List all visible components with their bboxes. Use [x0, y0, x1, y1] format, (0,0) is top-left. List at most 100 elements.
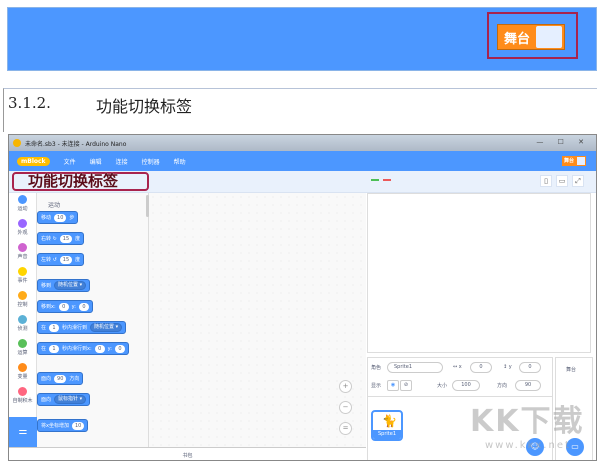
- zoom-out-button[interactable]: −: [339, 401, 352, 414]
- stage-toggle-small[interactable]: 舞台: [562, 156, 586, 166]
- large-stage-icon[interactable]: ▭: [556, 175, 568, 187]
- size-input[interactable]: 100: [452, 380, 480, 391]
- sprite-thumbnail[interactable]: 🐈 Sprite1: [371, 410, 403, 441]
- x-input[interactable]: 0: [470, 362, 492, 373]
- block-input[interactable]: 90: [54, 374, 67, 383]
- sprite-name-input[interactable]: Sprite1: [387, 362, 443, 373]
- heading-frame: [3, 88, 597, 132]
- category-5[interactable]: 侦测: [9, 315, 36, 337]
- motion-block[interactable]: 右转 ↻ 15 度: [37, 232, 85, 245]
- size-label: 大小: [437, 383, 448, 389]
- y-input[interactable]: 0: [519, 362, 541, 373]
- palette-heading: 运动: [48, 202, 61, 209]
- category-8[interactable]: 自制积木: [9, 387, 36, 409]
- add-extension-button[interactable]: ⚌: [9, 417, 37, 447]
- block-input[interactable]: 0: [78, 302, 89, 311]
- category-3[interactable]: 事件: [9, 267, 36, 289]
- category-dot-icon: [18, 243, 27, 252]
- block-dropdown[interactable]: 随机位置 ▾: [54, 281, 87, 290]
- category-7[interactable]: 变量: [9, 363, 36, 385]
- category-4[interactable]: 控制: [9, 291, 36, 313]
- block-text: 右转 ↻: [41, 236, 57, 242]
- show-visible-icon[interactable]: ◉: [387, 380, 399, 391]
- tab-callout: 功能切换标签: [12, 172, 149, 191]
- block-input[interactable]: 15: [59, 255, 73, 264]
- block-text: 在: [41, 325, 47, 331]
- toggle-switch[interactable]: [536, 26, 562, 48]
- category-label: 侦测: [17, 326, 28, 332]
- category-0[interactable]: 运动: [9, 195, 36, 217]
- y-label: ↕ y: [503, 364, 512, 370]
- motion-block[interactable]: 面向 90 方向: [37, 372, 84, 385]
- motion-block[interactable]: 移到 随机位置 ▾: [37, 279, 91, 292]
- stop-icon[interactable]: [383, 179, 391, 181]
- category-label: 外观: [17, 230, 28, 236]
- zoom-reset-button[interactable]: =: [339, 422, 352, 435]
- section-title: 功能切换标签: [96, 97, 193, 116]
- code-area[interactable]: [149, 193, 366, 447]
- category-list: 运动外观声音事件控制侦测运算变量自制积木: [9, 193, 37, 433]
- block-input[interactable]: 0: [114, 344, 125, 353]
- block-text: y:: [107, 345, 112, 352]
- category-2[interactable]: 声音: [9, 243, 36, 265]
- block-input[interactable]: 0: [58, 302, 69, 311]
- sprite-info: 角色 Sprite1 ↔ x 0 ↕ y 0 显示 ◉ ⊘ 大小 100 方向 …: [367, 357, 553, 397]
- show-label: 显示: [371, 383, 382, 389]
- motion-block[interactable]: 移动 10 步: [37, 211, 79, 224]
- stage[interactable]: [367, 193, 591, 353]
- motion-block[interactable]: 在 1 秒内滑行到 随机位置 ▾: [37, 321, 127, 334]
- motion-block[interactable]: 在 1 秒内滑行到x: 0 y: 0: [37, 342, 129, 355]
- green-flag-icon[interactable]: [371, 179, 379, 181]
- category-label: 运算: [17, 350, 28, 356]
- watermark-logo: KK下载: [470, 404, 585, 439]
- backpack[interactable]: 书包: [9, 447, 366, 460]
- category-label: 事件: [17, 278, 28, 284]
- window-controls[interactable]: — ☐ ✕: [536, 138, 590, 146]
- block-input[interactable]: 15: [59, 234, 73, 243]
- category-label: 变量: [17, 374, 28, 380]
- direction-input[interactable]: 90: [515, 380, 541, 391]
- title-bar: 未命名.sb3 - 未连接 - Arduino Nano — ☐ ✕: [9, 135, 596, 151]
- category-label: 控制: [17, 302, 28, 308]
- category-dot-icon: [18, 291, 27, 300]
- block-dropdown[interactable]: 随机位置 ▾: [90, 323, 123, 332]
- zoom-in-button[interactable]: +: [339, 380, 352, 393]
- motion-block[interactable]: 移到x: 0 y: 0: [37, 300, 93, 313]
- category-6[interactable]: 运算: [9, 339, 36, 361]
- motion-block[interactable]: 面向 鼠标指针 ▾: [37, 393, 91, 406]
- stage-toggle[interactable]: 舞台: [497, 24, 565, 50]
- block-text: 步: [69, 215, 75, 221]
- hide-icon[interactable]: ⊘: [400, 380, 412, 391]
- direction-label: 方向: [497, 383, 508, 389]
- category-label: 运动: [17, 206, 28, 212]
- menu-item[interactable]: 连接: [116, 157, 128, 166]
- fullscreen-icon[interactable]: ⤢: [572, 175, 584, 187]
- block-input[interactable]: 10: [71, 421, 85, 430]
- block-input[interactable]: 1: [49, 323, 60, 332]
- motion-block[interactable]: 左转 ↺ 15 度: [37, 253, 85, 266]
- block-input[interactable]: 10: [54, 213, 67, 222]
- section-number: 3.1.2.: [8, 94, 51, 112]
- sprite-label: 角色: [371, 365, 382, 371]
- small-stage-icon[interactable]: ▯: [540, 175, 552, 187]
- block-text: 秒内滑行到x:: [62, 346, 92, 352]
- block-text: y:: [71, 303, 76, 310]
- window-title: 未命名.sb3 - 未连接 - Arduino Nano: [25, 141, 127, 148]
- stage-pane-label: 舞台: [566, 367, 577, 373]
- menu-item[interactable]: 编辑: [90, 157, 102, 166]
- block-text: 将x坐标增加: [41, 423, 69, 429]
- motion-block[interactable]: 将x坐标增加 10: [37, 419, 89, 432]
- sprite-thumb-name: Sprite1: [373, 430, 401, 439]
- block-input[interactable]: 0: [94, 344, 105, 353]
- menu-item[interactable]: 文件: [64, 157, 76, 166]
- menu-bar: mBlock 文件 编辑 连接 控制器 帮助: [9, 151, 596, 171]
- extension-icon: ⚌: [18, 426, 28, 437]
- toggle-switch[interactable]: [577, 157, 585, 165]
- category-1[interactable]: 外观: [9, 219, 36, 241]
- block-text: 方向: [69, 376, 80, 382]
- block-text: 度: [75, 236, 81, 242]
- menu-item[interactable]: 控制器: [142, 157, 160, 166]
- menu-item[interactable]: 帮助: [174, 157, 186, 166]
- block-input[interactable]: 1: [49, 344, 60, 353]
- block-dropdown[interactable]: 鼠标指针 ▾: [54, 395, 87, 404]
